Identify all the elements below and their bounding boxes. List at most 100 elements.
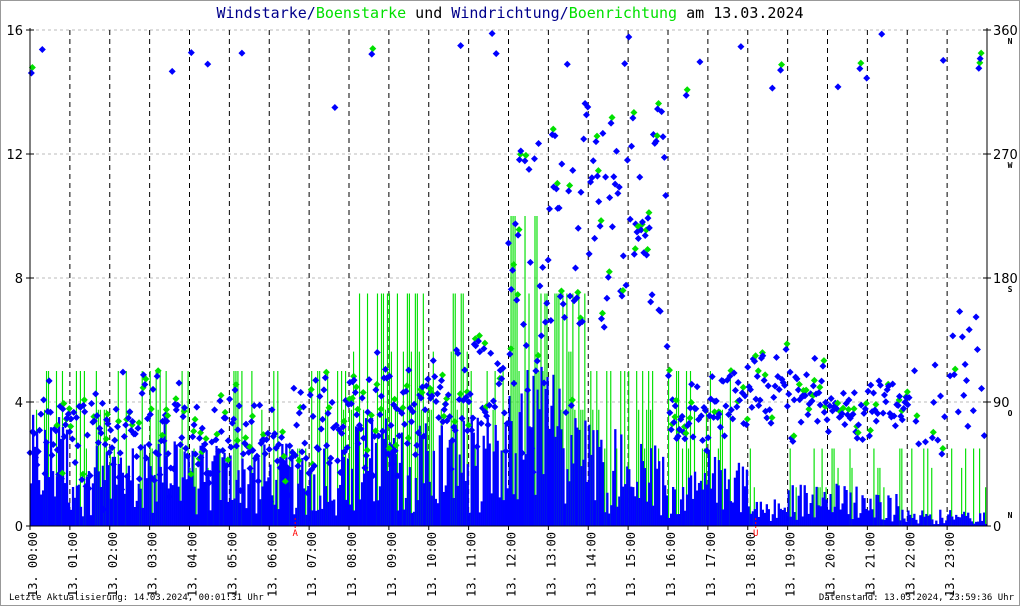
wind-bar: [823, 491, 826, 526]
wind-bar: [654, 445, 657, 526]
wind-bar: [237, 470, 240, 526]
wind-bar: [482, 435, 485, 526]
wind-bar: [245, 508, 248, 526]
wind-bar: [77, 484, 81, 526]
wind-bar: [333, 499, 336, 526]
wind-bar: [430, 495, 434, 526]
gust-direction-point: [354, 405, 362, 413]
wind-bar: [743, 486, 747, 526]
compass-label: N: [1008, 511, 1013, 520]
wind-bar: [339, 484, 342, 526]
wind-direction-point: [328, 398, 336, 406]
wind-direction-point: [859, 435, 867, 443]
wind-bar: [109, 498, 113, 526]
wind-bar: [927, 515, 930, 526]
gust-direction-point: [248, 412, 256, 420]
gust-bar: [452, 293, 454, 526]
wind-bar: [620, 434, 623, 526]
wind-bar: [380, 431, 384, 526]
wind-direction-point: [856, 65, 864, 73]
right-tick-label: 180: [993, 272, 1018, 287]
wind-bar: [931, 519, 934, 526]
wind-direction-point: [628, 142, 636, 150]
wind-bar: [939, 509, 942, 526]
x-tick-label: 13. 03:00: [146, 532, 160, 597]
wind-bar: [584, 420, 587, 526]
wind-bar: [783, 507, 786, 526]
wind-direction-point: [187, 49, 195, 57]
gust-bar: [402, 351, 404, 526]
wind-bar: [839, 509, 842, 526]
wind-bar: [133, 506, 136, 526]
wind-bar: [99, 487, 103, 526]
wind-direction-point: [543, 299, 551, 307]
wind-bar: [217, 450, 220, 526]
wind-bar: [660, 515, 663, 526]
wind-bar: [602, 462, 605, 526]
wind-direction-point: [768, 84, 776, 92]
wind-bar: [494, 424, 497, 526]
wind-direction-point: [592, 138, 600, 146]
wind-bar: [737, 462, 741, 526]
wind-bar: [540, 366, 543, 526]
wind-bar: [675, 514, 679, 526]
wind-bar: [121, 472, 125, 526]
wind-bar: [349, 504, 352, 526]
wind-direction-point: [960, 391, 968, 399]
wind-direction-point: [608, 223, 616, 231]
wind-direction-point: [606, 194, 614, 202]
wind-bar: [506, 488, 509, 526]
wind-bar: [325, 486, 328, 526]
gust-direction-point: [102, 435, 110, 443]
wind-direction-point: [168, 67, 176, 75]
wind-direction-point: [839, 389, 847, 397]
wind-bar: [865, 508, 868, 526]
wind-bar: [233, 498, 236, 526]
wind-direction-point: [506, 350, 514, 358]
wind-bar: [560, 429, 563, 526]
wind-bar: [819, 506, 822, 526]
wind-bar: [59, 438, 63, 526]
wind-bar: [215, 445, 218, 526]
wind-bar: [638, 497, 641, 526]
wind-bar: [480, 501, 483, 526]
wind-direction-point: [436, 383, 444, 391]
wind-bar: [347, 458, 350, 526]
gust-bar: [675, 371, 678, 526]
last-update: Letzte Aktualisierung: 14.03.2024, 00:01…: [9, 593, 264, 603]
wind-direction-point: [107, 426, 115, 434]
wind-bar: [871, 509, 874, 526]
wind-bar: [915, 519, 918, 526]
wind-direction-point: [585, 250, 593, 258]
wind-bar: [925, 513, 928, 526]
wind-bar: [618, 496, 621, 526]
wind-bar: [95, 445, 99, 526]
wind-direction-point: [734, 379, 742, 387]
wind-bar: [807, 513, 810, 526]
wind-bar: [847, 514, 850, 526]
wind-bar: [105, 452, 109, 526]
wind-bar: [869, 498, 872, 526]
gust-direction-point: [574, 288, 582, 296]
wind-bar: [135, 500, 138, 526]
wind-bar: [293, 514, 296, 526]
wind-direction-point: [196, 434, 204, 442]
x-tick-label: 13. 08:00: [345, 532, 359, 597]
wind-bar: [75, 485, 79, 526]
wind-direction-point: [824, 428, 832, 436]
wind-bar: [175, 444, 178, 526]
wind-bar: [681, 487, 685, 526]
wind-bar: [640, 443, 643, 526]
wind-bar: [582, 459, 585, 526]
wind-bar: [727, 479, 731, 526]
gust-bar: [923, 448, 925, 526]
wind-direction-point: [293, 421, 301, 429]
wind-bar: [412, 511, 416, 526]
wind-bar: [93, 467, 97, 526]
wind-bar: [341, 449, 344, 526]
wind-direction-point: [867, 381, 875, 389]
wind-direction-point: [597, 315, 605, 323]
wind-bar: [398, 462, 402, 526]
wind-bar: [331, 500, 334, 526]
gust-direction-point: [778, 61, 786, 69]
